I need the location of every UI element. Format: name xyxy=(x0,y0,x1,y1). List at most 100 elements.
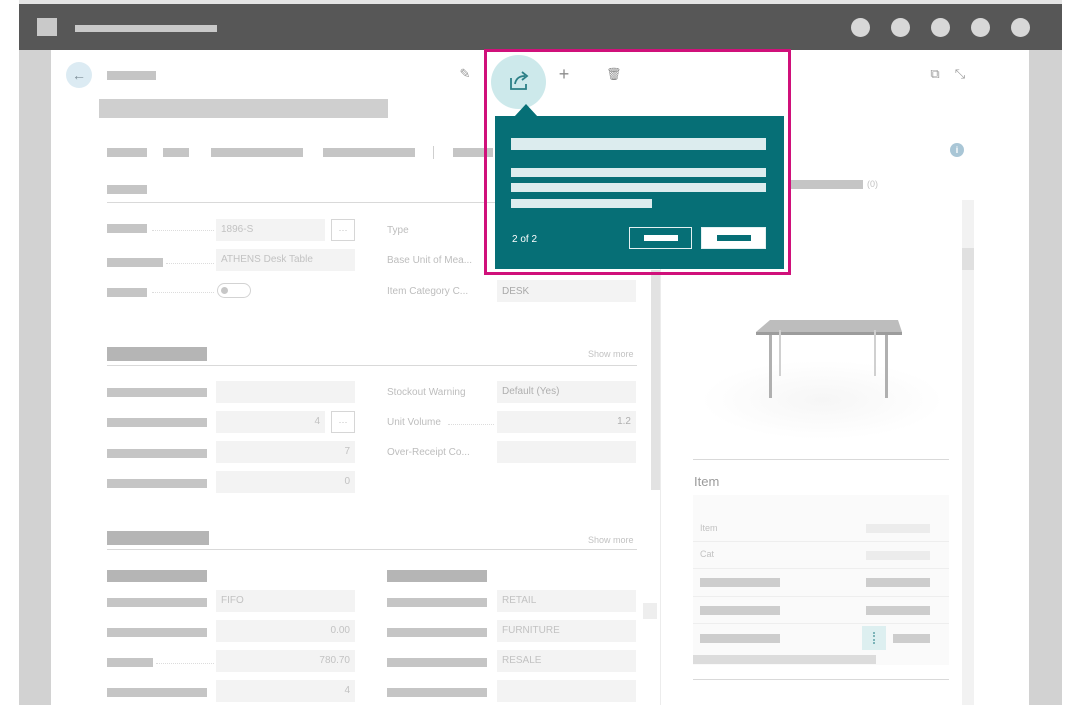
section-general-title xyxy=(107,185,147,194)
vat-prod-posting-field[interactable]: FURNITURE xyxy=(497,620,636,642)
action-navigate[interactable] xyxy=(323,148,415,157)
desk-table-icon xyxy=(756,320,902,398)
inventory-value: 7 xyxy=(344,446,350,457)
action-home[interactable] xyxy=(107,148,147,157)
profit-value: 4 xyxy=(344,685,350,696)
description-field[interactable]: ATHENS Desk Table xyxy=(216,249,355,271)
no-lookup-button[interactable]: ··· xyxy=(331,219,355,241)
field-label xyxy=(107,628,207,637)
inventory-show-more[interactable]: Show more xyxy=(588,349,634,359)
field-label-blocked xyxy=(107,288,147,297)
titlebar-dot[interactable] xyxy=(971,18,990,37)
titlebar-dot[interactable] xyxy=(1011,18,1030,37)
section-costs-title xyxy=(107,531,209,545)
unit-volume-value: 1.2 xyxy=(617,416,631,427)
field-label xyxy=(387,628,487,637)
field-label-no xyxy=(107,224,147,233)
highlight-frame xyxy=(484,49,791,275)
stockout-value: Default (Yes) xyxy=(502,386,560,397)
unit-cost-field[interactable]: 0.00 xyxy=(216,620,355,642)
section-divider xyxy=(107,365,637,366)
window-title xyxy=(75,25,217,32)
open-in-new-window-button[interactable]: ⧉ xyxy=(925,64,945,84)
row-divider xyxy=(693,623,949,624)
table-row-label xyxy=(700,578,780,587)
leader-dots xyxy=(166,263,214,264)
gen-prod-posting-field[interactable]: RETAIL xyxy=(497,590,636,612)
titlebar-dot[interactable] xyxy=(851,18,870,37)
over-receipt-label: Over-Receipt Co... xyxy=(387,447,470,458)
desk-leg xyxy=(874,330,876,376)
ellipsis-vertical-icon xyxy=(873,632,877,644)
inventory-field-1[interactable] xyxy=(216,381,355,403)
type-label: Type xyxy=(387,225,409,236)
leader-dots xyxy=(152,292,214,293)
factbox-info-button[interactable]: i xyxy=(950,143,964,157)
collapse-button[interactable]: ⤡ xyxy=(950,64,970,84)
factbox-attachments-title xyxy=(790,180,863,189)
costing-method-value: FIFO xyxy=(221,595,244,606)
inventory-field-3[interactable]: 7 xyxy=(216,441,355,463)
titlebar-dot[interactable] xyxy=(931,18,950,37)
open-in-new-icon: ⧉ xyxy=(930,66,940,81)
factbox-scrollbar[interactable] xyxy=(962,200,974,705)
costs-show-more[interactable]: Show more xyxy=(588,535,634,545)
field-label xyxy=(107,598,207,607)
app-logo xyxy=(37,18,57,36)
posting-field[interactable] xyxy=(497,680,636,702)
section-inventory-title xyxy=(107,347,207,361)
factbox-scroll-thumb[interactable] xyxy=(962,248,974,270)
blocked-toggle[interactable] xyxy=(217,283,251,298)
table-row-value xyxy=(866,578,930,587)
main-scrollbar[interactable] xyxy=(651,270,660,490)
description-value: ATHENS Desk Table xyxy=(221,254,313,265)
back-button[interactable]: ← xyxy=(66,62,92,88)
base-unit-label: Base Unit of Mea... xyxy=(387,255,473,266)
action-divider xyxy=(433,146,434,159)
ellipsis-icon: ··· xyxy=(338,225,348,235)
inventory-field-2[interactable]: 4 xyxy=(216,411,325,433)
desk-top xyxy=(756,320,902,332)
costing-method-field[interactable]: FIFO xyxy=(216,590,355,612)
action-prices[interactable] xyxy=(211,148,303,157)
table-row-label: Cat xyxy=(700,549,715,559)
row-divider xyxy=(693,568,949,569)
inventory-value: 4 xyxy=(314,416,320,427)
unit-price-value: 780.70 xyxy=(319,655,350,666)
unit-price-field[interactable]: 780.70 xyxy=(216,650,355,672)
titlebar-dot[interactable] xyxy=(891,18,910,37)
factbox-item-title: Item xyxy=(694,474,720,489)
arrow-left-icon: ← xyxy=(72,67,86,83)
inventory-lookup-button[interactable]: ··· xyxy=(331,411,355,433)
profit-field[interactable]: 4 xyxy=(216,680,355,702)
no-field[interactable]: 1896-S xyxy=(216,219,325,241)
row-divider xyxy=(693,596,949,597)
inventory-posting-field[interactable]: RESALE xyxy=(497,650,636,672)
subsection-title xyxy=(387,570,487,582)
item-category-field[interactable]: DESK xyxy=(497,280,636,302)
field-label xyxy=(107,479,207,488)
stockout-field[interactable]: Default (Yes) xyxy=(497,381,636,403)
field-label xyxy=(107,658,153,667)
posting-group-value: RETAIL xyxy=(502,595,537,606)
info-icon: i xyxy=(955,145,959,155)
desk-leg xyxy=(885,335,888,398)
table-row-label: Item xyxy=(700,523,718,533)
unit-volume-label: Unit Volume xyxy=(387,417,441,428)
field-label xyxy=(107,418,207,427)
scroll-handle[interactable] xyxy=(643,603,657,619)
unit-volume-field[interactable]: 1.2 xyxy=(497,411,636,433)
action-item[interactable] xyxy=(163,148,189,157)
left-gutter xyxy=(19,50,51,705)
row-divider xyxy=(693,541,949,542)
unit-cost-value: 0.00 xyxy=(330,625,350,636)
leader-dots xyxy=(152,230,214,231)
inventory-field-4[interactable]: 0 xyxy=(216,471,355,493)
over-receipt-field[interactable] xyxy=(497,441,636,463)
item-category-label: Item Category C... xyxy=(387,286,469,297)
table-row-value xyxy=(866,551,930,560)
row-action-button[interactable] xyxy=(862,626,886,650)
subsection-title xyxy=(107,570,207,582)
edit-button[interactable]: ✎ xyxy=(455,64,475,84)
table-hscrollbar[interactable] xyxy=(693,655,876,664)
